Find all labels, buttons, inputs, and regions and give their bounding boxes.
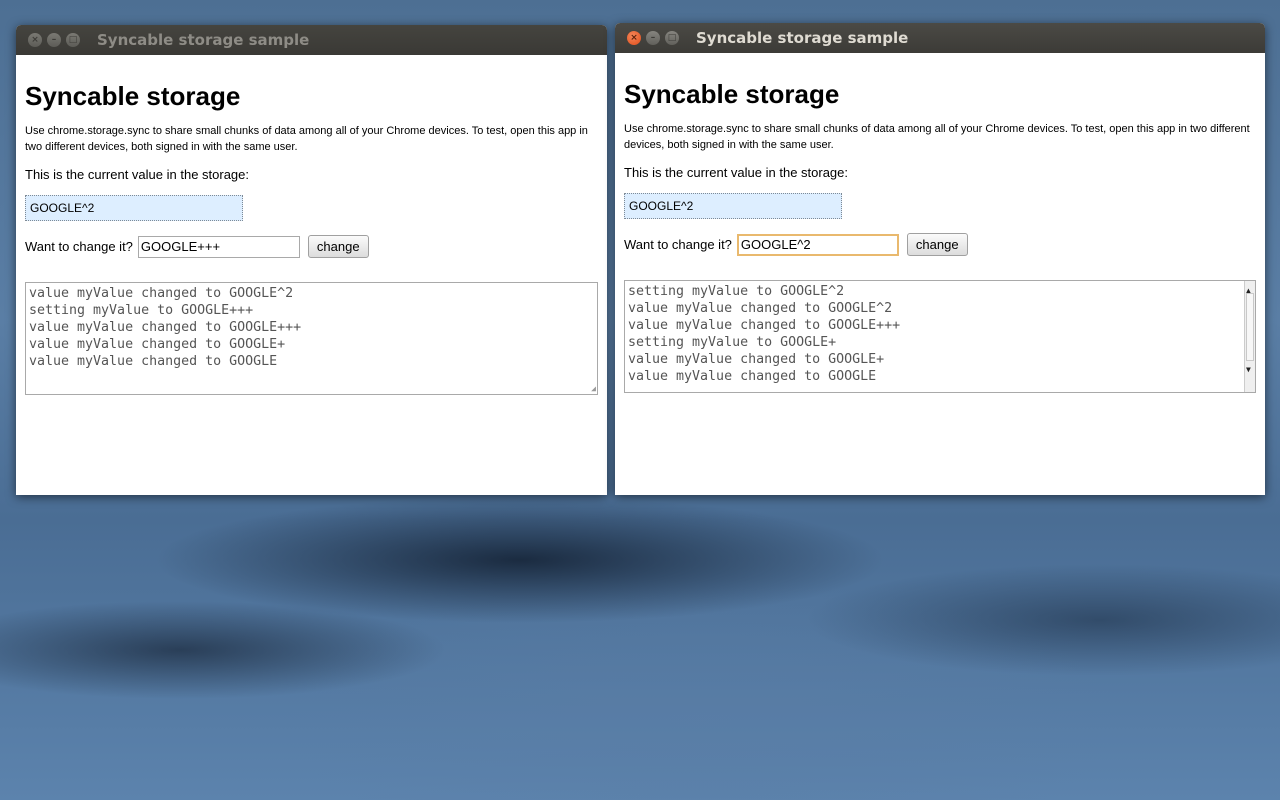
- current-value-display: GOOGLE^2: [25, 195, 243, 221]
- log-textarea[interactable]: setting myValue to GOOGLE^2 value myValu…: [624, 280, 1256, 393]
- change-button[interactable]: change: [906, 233, 968, 256]
- page-title: Syncable storage: [624, 79, 840, 109]
- current-value-label: This is the current value in the storage…: [624, 165, 849, 180]
- current-value-display: GOOGLE^2: [624, 193, 842, 219]
- log-line: value myValue changed to GOOGLE+: [628, 352, 885, 367]
- log-line: value myValue changed to GOOGLE^2: [29, 286, 294, 301]
- scroll-down-arrow-icon[interactable]: ▼: [1246, 361, 1251, 378]
- maximize-icon[interactable]: □: [66, 33, 80, 47]
- change-value-input[interactable]: [137, 235, 300, 258]
- log-line: value myValue changed to GOOGLE: [29, 354, 278, 369]
- current-value-label: This is the current value in the storage…: [25, 167, 250, 182]
- window-title: Syncable storage sample: [696, 29, 909, 47]
- log-scrollbar[interactable]: ▲ ▼: [1244, 281, 1255, 392]
- window-titlebar[interactable]: × – □ Syncable storage sample: [615, 23, 1265, 53]
- window-title: Syncable storage sample: [97, 31, 310, 49]
- minimize-icon[interactable]: –: [646, 31, 660, 45]
- page-title: Syncable storage: [25, 81, 241, 111]
- description-text: Use chrome.storage.sync to share small c…: [624, 123, 1250, 151]
- resize-grip-icon[interactable]: ◢: [591, 385, 596, 393]
- window-titlebar[interactable]: × – □ Syncable storage sample: [16, 25, 607, 55]
- log-textarea[interactable]: value myValue changed to GOOGLE^2 settin…: [25, 282, 598, 395]
- log-line: value myValue changed to GOOGLE: [628, 369, 877, 384]
- description-text: Use chrome.storage.sync to share small c…: [25, 125, 588, 153]
- minimize-icon[interactable]: –: [47, 33, 61, 47]
- log-line: setting myValue to GOOGLE+++: [29, 303, 254, 318]
- close-icon[interactable]: ×: [28, 33, 42, 47]
- log-line: value myValue changed to GOOGLE^2: [628, 301, 893, 316]
- change-button[interactable]: change: [307, 235, 369, 258]
- change-label: Want to change it?: [624, 237, 732, 252]
- app-window-right: × – □ Syncable storage sample Syncable s…: [615, 23, 1265, 495]
- log-line: value myValue changed to GOOGLE+++: [628, 318, 901, 333]
- close-icon[interactable]: ×: [627, 31, 641, 45]
- app-window-left: × – □ Syncable storage sample Syncable s…: [16, 25, 607, 495]
- log-line: value myValue changed to GOOGLE+: [29, 337, 286, 352]
- maximize-icon[interactable]: □: [665, 31, 679, 45]
- log-line: setting myValue to GOOGLE+: [628, 335, 837, 350]
- scrollbar-thumb[interactable]: [1246, 293, 1254, 361]
- change-value-input[interactable]: [736, 233, 899, 256]
- log-line: value myValue changed to GOOGLE+++: [29, 320, 302, 335]
- log-line: setting myValue to GOOGLE^2: [628, 284, 845, 299]
- change-label: Want to change it?: [25, 239, 133, 254]
